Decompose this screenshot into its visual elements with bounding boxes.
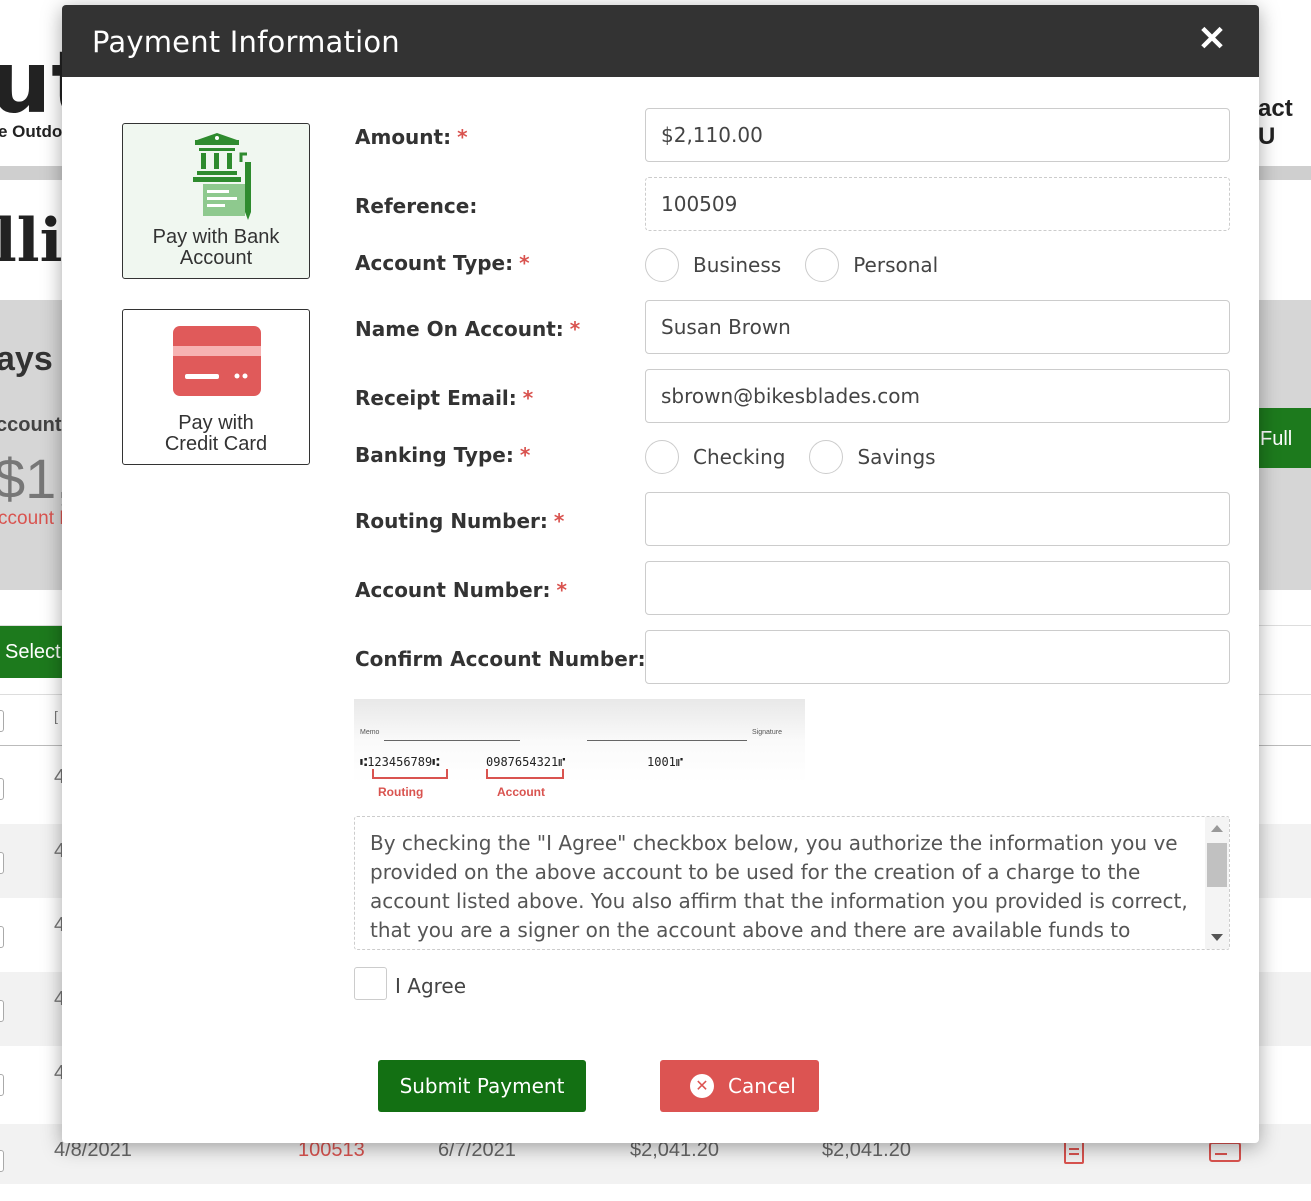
reference-label: Reference: (355, 194, 478, 218)
table-header-stub: [ (54, 708, 58, 724)
check-memo-line (384, 740, 520, 741)
row-checkbox[interactable] (0, 852, 4, 874)
routing-number-field[interactable] (645, 492, 1230, 546)
account-type-group: Business Personal (645, 248, 962, 282)
account-type-business-radio[interactable] (645, 248, 679, 282)
check-routing-micr: ⑆123456789⑆ (360, 755, 440, 769)
name-on-account-label: Name On Account: * (355, 317, 581, 341)
row-checkbox[interactable] (0, 1000, 4, 1022)
account-type-label: Account Type: * (355, 251, 530, 275)
pay-with-card-button[interactable]: Pay with Credit Card (122, 309, 310, 465)
reference-field (645, 177, 1230, 231)
close-icon[interactable]: ✕ (1195, 22, 1229, 56)
amount-field[interactable] (645, 108, 1230, 162)
payment-modal: Payment Information ✕ Pay with Bank Acco… (62, 5, 1259, 1143)
logo-subtitle: e Outdo (0, 122, 63, 141)
scroll-up-arrow-icon[interactable] (1211, 825, 1223, 832)
header-checkbox[interactable] (0, 710, 4, 732)
pay-card-icon[interactable] (1209, 1142, 1241, 1162)
agree-label[interactable]: I Agree (395, 974, 466, 998)
banking-type-label: Banking Type: * (355, 443, 531, 467)
terms-text: By checking the "I Agree" checkbox below… (370, 831, 1188, 949)
cancel-circle-x-icon: ✕ (690, 1074, 714, 1098)
terms-textarea[interactable]: By checking the "I Agree" checkbox below… (354, 816, 1230, 950)
modal-title: Payment Information (92, 25, 400, 59)
row-checkbox[interactable] (0, 1150, 4, 1172)
account-type-business-label: Business (693, 253, 782, 277)
check-number-micr: 1001⑈ (647, 755, 684, 769)
confirm-account-number-label: Confirm Account Number:* (355, 647, 662, 671)
receipt-email-label: Receipt Email: * (355, 386, 534, 410)
check-routing-label: Routing (378, 785, 424, 799)
check-signature-line (587, 740, 747, 741)
account-type-personal-radio[interactable] (805, 248, 840, 282)
check-sample-image: Memo Signature ⑆123456789⑆ 0987654321⑈ 1… (354, 699, 805, 799)
check-account-label: Account (497, 785, 545, 799)
pay-with-card-label: Pay with Credit Card (164, 412, 268, 455)
banking-type-checking-radio[interactable] (645, 440, 679, 474)
banking-type-savings-radio[interactable] (809, 440, 844, 474)
check-signature-label: Signature (752, 729, 782, 736)
account-bracket (486, 769, 564, 779)
banking-type-checking-label: Checking (693, 445, 786, 469)
confirm-account-number-field[interactable] (645, 630, 1230, 684)
modal-header: Payment Information ✕ (62, 5, 1259, 77)
summary-account-label: ccount (0, 414, 62, 436)
routing-bracket (372, 769, 448, 779)
pay-full-button[interactable]: Full (1256, 408, 1311, 468)
invoice-document-icon[interactable] (1064, 1140, 1084, 1164)
routing-number-label: Routing Number: * (355, 509, 565, 533)
cancel-label: Cancel (728, 1074, 796, 1098)
row-checkbox[interactable] (0, 926, 4, 948)
check-memo-label: Memo (360, 729, 380, 736)
scroll-down-arrow-icon[interactable] (1211, 934, 1223, 941)
receipt-email-field[interactable] (645, 369, 1230, 423)
select-button[interactable]: Select (0, 626, 70, 678)
pay-with-bank-button[interactable]: Pay with Bank Account (122, 123, 310, 279)
row-checkbox[interactable] (0, 778, 4, 800)
summary-heading: ays (0, 340, 53, 378)
agree-checkbox[interactable] (354, 967, 387, 1000)
account-type-personal-label: Personal (853, 253, 939, 277)
cancel-button[interactable]: ✕ Cancel (660, 1060, 819, 1112)
credit-card-icon (173, 326, 261, 396)
account-number-field[interactable] (645, 561, 1230, 615)
amount-label: Amount: * (355, 125, 468, 149)
submit-payment-button[interactable]: Submit Payment (378, 1060, 586, 1112)
scroll-thumb[interactable] (1207, 843, 1227, 887)
terms-scrollbar[interactable] (1205, 817, 1229, 949)
row-checkbox[interactable] (0, 1074, 4, 1096)
banking-type-savings-label: Savings (857, 445, 936, 469)
account-number-label: Account Number: * (355, 578, 567, 602)
nav-contact-link[interactable]: act U (1258, 95, 1311, 151)
bank-check-icon (193, 133, 251, 220)
name-on-account-field[interactable] (645, 300, 1230, 354)
check-account-micr: 0987654321⑈ (486, 755, 566, 769)
pay-with-bank-label: Pay with Bank Account (152, 226, 280, 269)
banking-type-group: Checking Savings (645, 440, 960, 474)
